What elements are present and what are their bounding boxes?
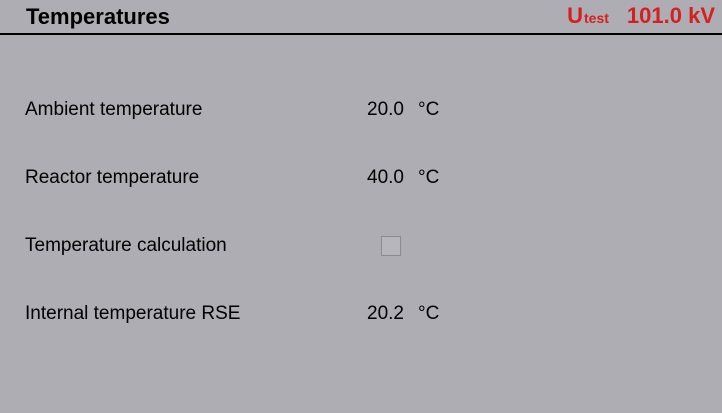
ambient-temperature-unit: °C: [418, 99, 440, 120]
header-bar: Temperatures Utest 101.0 kV: [0, 0, 722, 35]
ambient-temperature-value[interactable]: 20.0: [367, 99, 404, 121]
ambient-temperature-label: Ambient temperature: [25, 99, 203, 120]
test-voltage-symbol: U: [567, 3, 584, 28]
row-temperature-calculation: Temperature calculation: [0, 231, 722, 261]
reactor-temperature-unit: °C: [418, 167, 440, 188]
reactor-temperature-label: Reactor temperature: [25, 167, 200, 188]
page-title: Temperatures: [26, 4, 170, 29]
reactor-temperature-value[interactable]: 40.0: [367, 167, 404, 189]
internal-temperature-rse-label: Internal temperature RSE: [25, 303, 241, 324]
row-internal-temperature-rse: Internal temperature RSE 20.2 °C: [0, 299, 722, 329]
internal-temperature-rse-unit: °C: [418, 303, 440, 324]
row-reactor-temperature: Reactor temperature 40.0 °C: [0, 163, 722, 193]
internal-temperature-rse-value: 20.2: [367, 303, 404, 324]
row-ambient-temperature: Ambient temperature 20.0 °C: [0, 95, 722, 125]
temperature-calculation-label: Temperature calculation: [25, 235, 227, 256]
test-voltage-value: 101.0 kV: [626, 3, 715, 28]
test-voltage-readout: Utest 101.0 kV: [567, 3, 715, 29]
temperature-calculation-checkbox[interactable]: [381, 236, 401, 256]
test-voltage-subscript: test: [584, 10, 609, 26]
